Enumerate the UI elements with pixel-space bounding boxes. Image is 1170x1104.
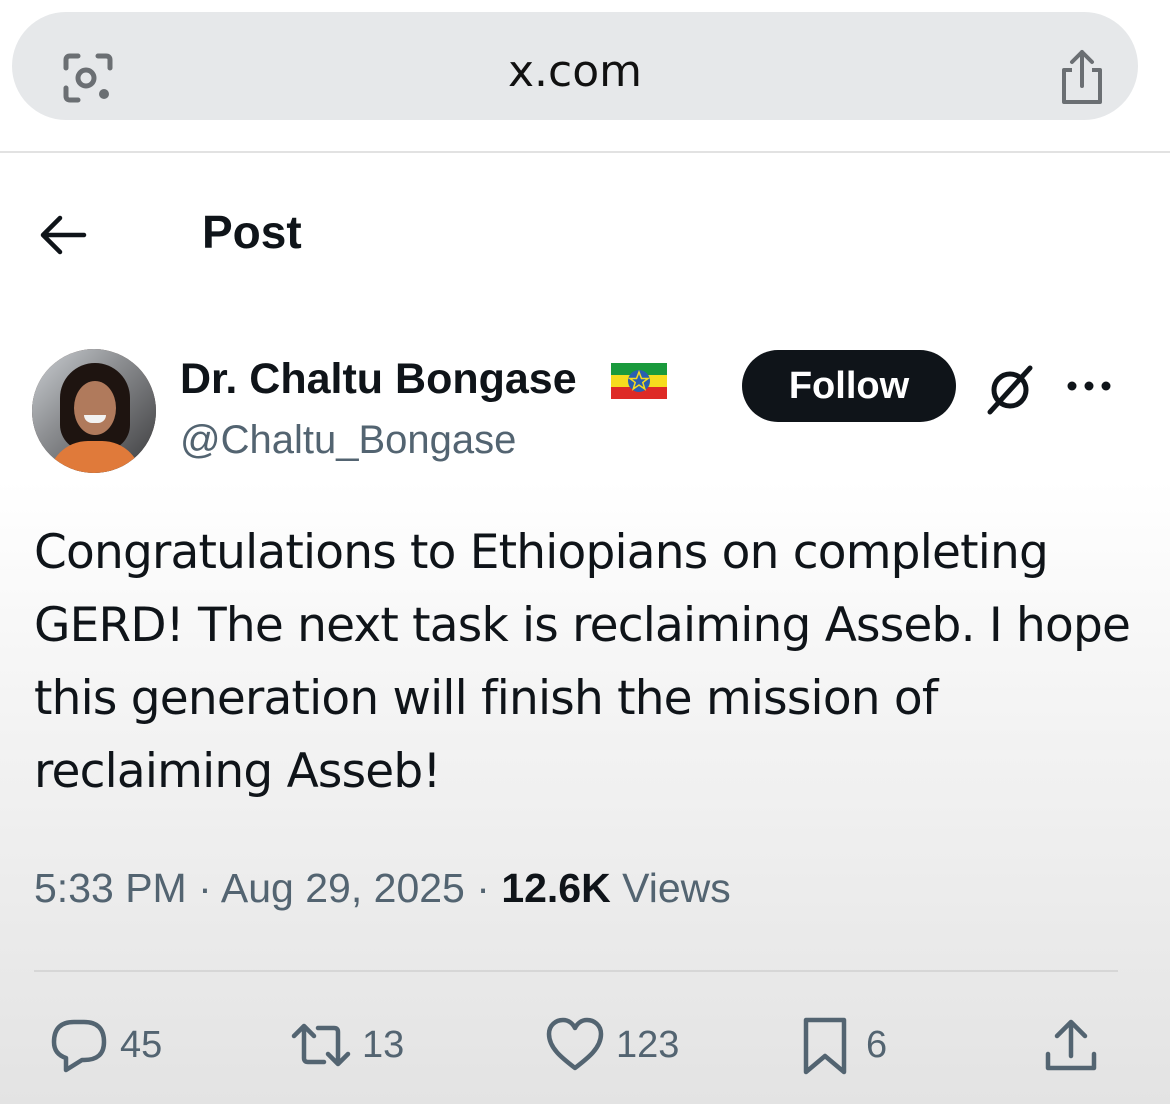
- page-title: Post: [202, 206, 302, 258]
- like-count: 123: [616, 1023, 680, 1066]
- views-count: 12.6K: [501, 865, 611, 911]
- author-display-name[interactable]: Dr. Chaltu Bongase: [180, 352, 577, 406]
- bookmark-icon: [803, 1017, 847, 1075]
- back-arrow-icon[interactable]: [36, 208, 90, 262]
- reply-button[interactable]: 45: [48, 1010, 162, 1080]
- reply-count: 45: [120, 1023, 163, 1066]
- tweet-text: Congratulations to Ethiopians on complet…: [34, 525, 1131, 799]
- meta-separator: ·: [476, 865, 502, 911]
- browser-divider: [0, 151, 1170, 153]
- grok-icon[interactable]: [982, 360, 1038, 416]
- bookmark-button[interactable]: 6: [794, 1010, 887, 1080]
- share-button[interactable]: [1040, 1010, 1102, 1080]
- url-text[interactable]: x.com: [12, 50, 1138, 94]
- avatar[interactable]: [32, 349, 156, 473]
- reply-icon: [51, 1019, 107, 1073]
- ethiopia-flag-icon: [611, 363, 667, 399]
- address-bar[interactable]: x.com: [12, 12, 1138, 120]
- share-icon: [1045, 1019, 1097, 1071]
- like-button[interactable]: 123: [544, 1010, 679, 1080]
- views-label: Views: [622, 865, 731, 911]
- tweet-meta: 5:33 PM · Aug 29, 2025 · 12.6K Views: [34, 862, 731, 914]
- meta-separator: ·: [198, 865, 221, 911]
- repost-button[interactable]: 13: [290, 1010, 404, 1080]
- repost-icon: [291, 1023, 351, 1067]
- heart-icon: [546, 1017, 604, 1071]
- tweet-date[interactable]: Aug 29, 2025: [221, 865, 465, 911]
- share-icon[interactable]: [1050, 46, 1114, 110]
- tweet-time[interactable]: 5:33 PM: [34, 865, 187, 911]
- repost-count: 13: [362, 1023, 405, 1066]
- engagement-divider: [34, 970, 1118, 972]
- more-icon[interactable]: [1066, 372, 1112, 400]
- follow-button[interactable]: Follow: [742, 350, 956, 422]
- author-handle[interactable]: @Chaltu_Bongase: [180, 414, 516, 466]
- bookmark-count: 6: [866, 1023, 888, 1066]
